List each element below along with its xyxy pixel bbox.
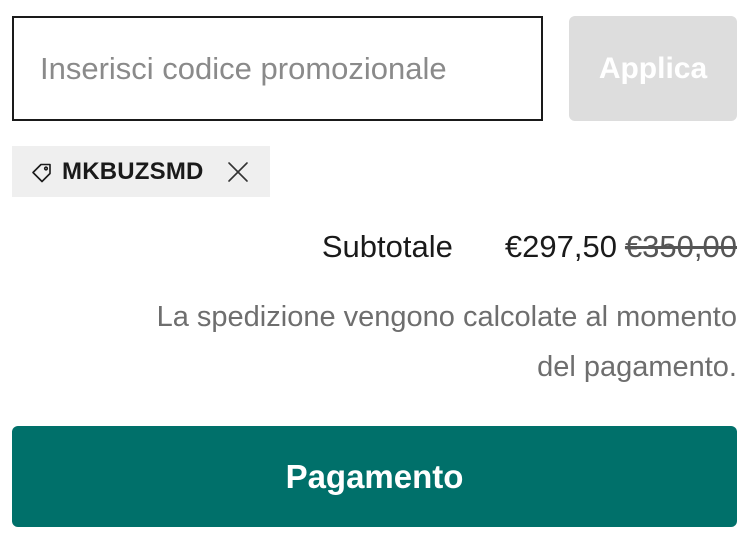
- applied-discount-chip: MKBUZSMD: [12, 146, 270, 197]
- subtotal-label: Subtotale: [321, 229, 453, 264]
- discount-code: MKBUZSMD: [62, 157, 204, 185]
- subtotal-row: Subtotale €297,50 €350,00: [322, 224, 737, 270]
- shipping-note: La spedizione vengono calcolate al momen…: [156, 301, 737, 383]
- checkout-button[interactable]: Pagamento: [12, 426, 737, 527]
- close-icon[interactable]: [226, 160, 250, 184]
- original-price: €350,00: [624, 229, 737, 264]
- subtotal-price: €297,50: [504, 229, 617, 264]
- promo-code-input[interactable]: [12, 16, 543, 121]
- apply-button[interactable]: Applica: [569, 16, 737, 121]
- tag-icon: [30, 160, 54, 184]
